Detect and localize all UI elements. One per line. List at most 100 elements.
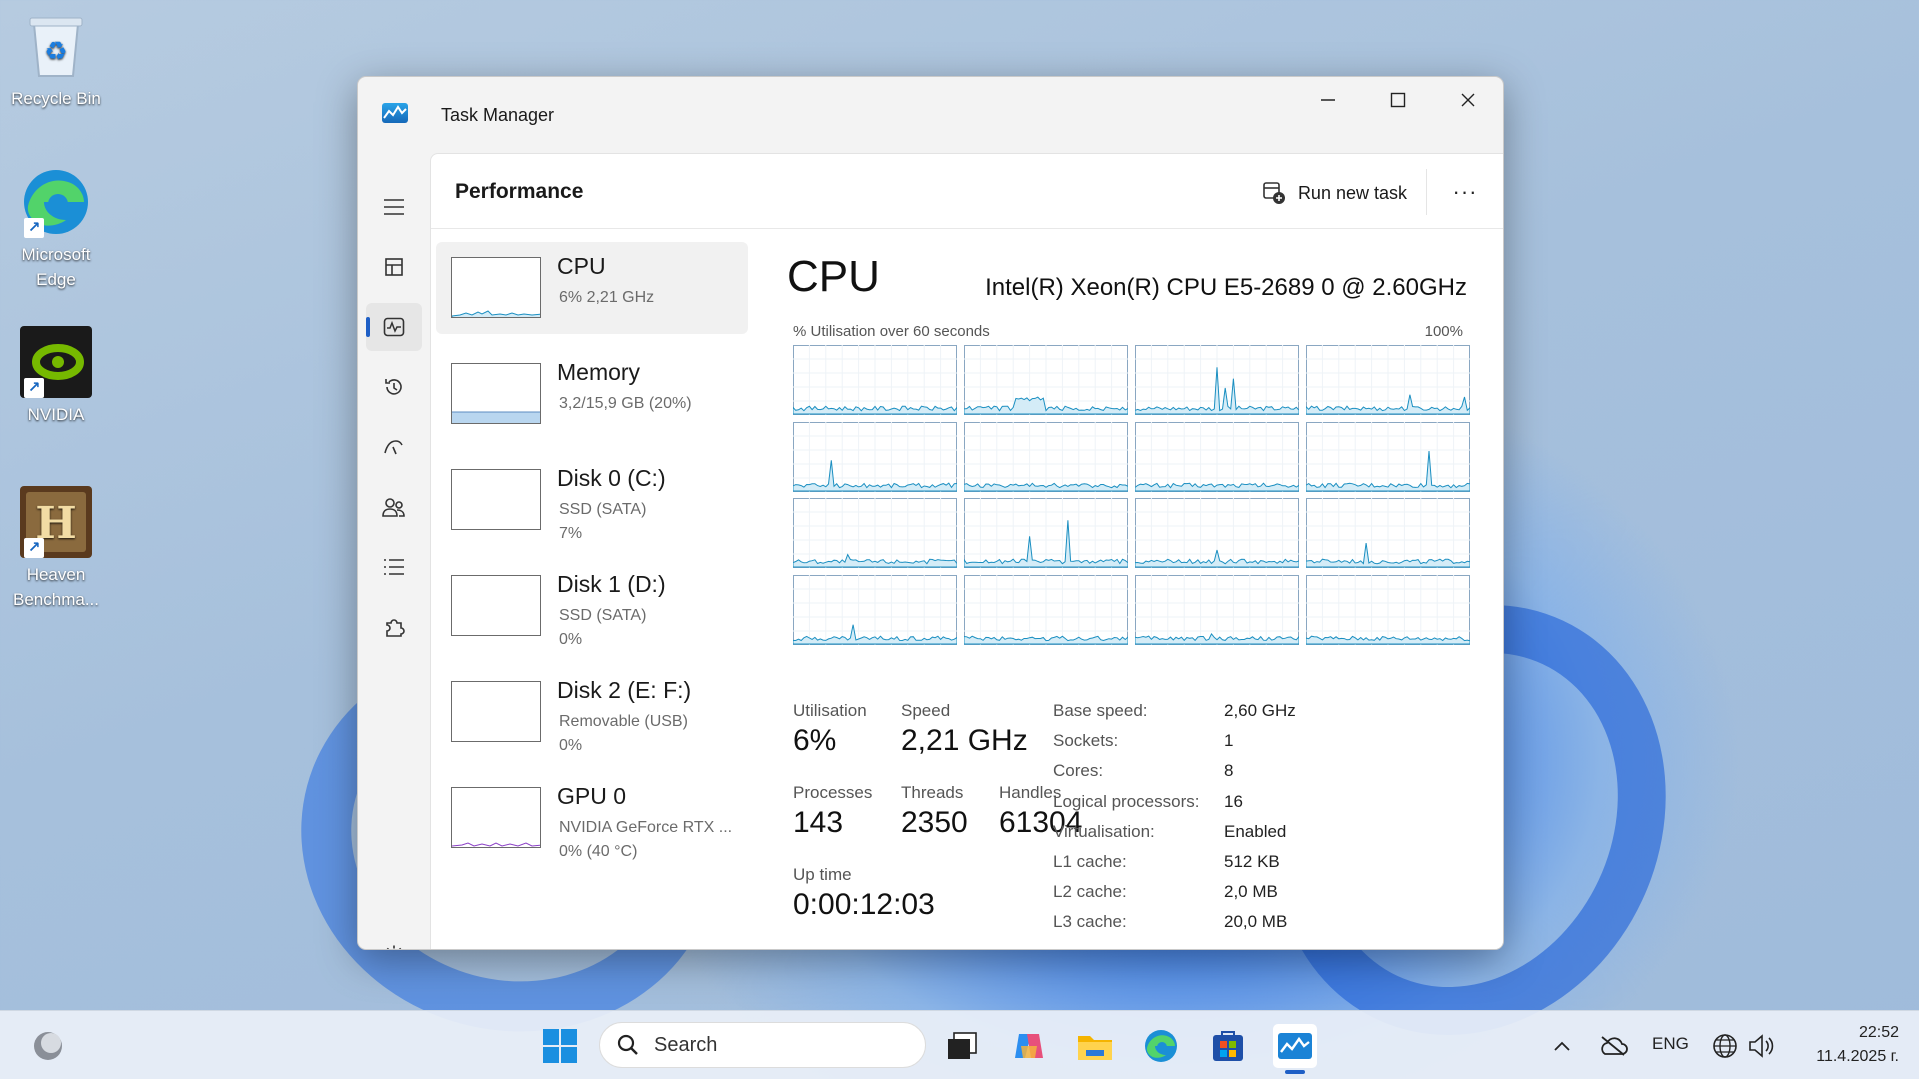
resource-item-cpu[interactable]: CPU 6% 2,21 GHz: [436, 242, 748, 334]
system-clock[interactable]: 22:52 11.4.2025 г.: [1816, 1021, 1899, 1069]
heaven-benchmark-icon: H ↗: [20, 486, 92, 558]
resource-item-memory[interactable]: Memory 3,2/15,9 GB (20%): [436, 348, 748, 440]
run-new-task-label: Run new task: [1297, 182, 1407, 203]
desktop-icon-recycle-bin[interactable]: ♻ Recycle Bin: [0, 10, 112, 111]
weather-icon: [34, 1032, 62, 1060]
file-explorer-button[interactable]: [1073, 1024, 1117, 1068]
task-manager-taskbar-button[interactable]: [1273, 1024, 1317, 1074]
nav-details[interactable]: [366, 543, 422, 591]
volume-button[interactable]: [1742, 1024, 1782, 1068]
title-bar[interactable]: Task Manager: [358, 77, 1503, 153]
header-divider: [1426, 169, 1427, 215]
nav-users[interactable]: [366, 483, 422, 531]
resource-item-disk-0[interactable]: Disk 0 (C:) SSD (SATA) 7%: [436, 454, 748, 546]
desktop-icon-label: NVIDIA: [27, 405, 85, 424]
edge-taskbar-button[interactable]: [1139, 1024, 1183, 1068]
spec-label: Logical processors:: [1053, 791, 1200, 811]
spec-value: 512 KB: [1224, 852, 1280, 871]
maximize-button[interactable]: [1363, 77, 1433, 123]
resource-item-disk-1[interactable]: Disk 1 (D:) SSD (SATA) 0%: [436, 560, 748, 652]
utilisation-label: Utilisation: [793, 701, 867, 720]
resource-detail: 3,2/15,9 GB (20%): [559, 395, 692, 412]
nav-app-history[interactable]: [366, 363, 422, 411]
search-icon: [617, 1034, 638, 1055]
nav-processes[interactable]: [366, 243, 422, 291]
hamburger-menu-button[interactable]: [366, 183, 422, 231]
memory-thumbnail-graph: [451, 363, 541, 424]
shortcut-arrow-icon: ↗: [24, 378, 44, 398]
threads-label: Threads: [901, 783, 964, 802]
history-icon: [385, 379, 402, 395]
logical-processor-graph: [793, 421, 957, 492]
shortcut-arrow-icon: ↗: [24, 218, 44, 238]
chevron-up-icon: [1554, 1041, 1570, 1051]
disk-2-thumbnail-graph: [451, 681, 541, 742]
logical-processor-graph: [964, 498, 1128, 568]
nvidia-icon: ↗: [20, 326, 92, 398]
nav-startup-apps[interactable]: [366, 423, 422, 471]
start-button[interactable]: [538, 1024, 582, 1068]
task-manager-app-icon: [382, 103, 408, 123]
input-language-indicator[interactable]: ENG: [1652, 1034, 1689, 1054]
services-puzzle-icon: [386, 619, 405, 637]
spec-label: Cores:: [1053, 761, 1104, 781]
navigation-rail: [358, 153, 430, 949]
users-icon: [382, 498, 405, 517]
logical-processor-graph: [1306, 345, 1470, 415]
search-placeholder: Search: [654, 1033, 718, 1056]
desktop-icon-heaven-benchmark[interactable]: H ↗ Heaven Benchma...: [0, 486, 112, 612]
logical-processor-graph: [1306, 574, 1470, 645]
show-hidden-icons-button[interactable]: [1542, 1024, 1582, 1068]
resource-item-gpu-0[interactable]: GPU 0 NVIDIA GeForce RTX ... 0% (40 °C): [436, 772, 748, 864]
more-options-button[interactable]: ···: [1445, 174, 1485, 210]
resource-detail: 6% 2,21 GHz: [559, 289, 655, 306]
minimize-button[interactable]: [1293, 77, 1363, 123]
close-icon: [1461, 93, 1475, 107]
processes-icon: [385, 258, 403, 276]
edge-icon: ↗: [20, 166, 92, 238]
weather-widget-button[interactable]: [26, 1024, 70, 1068]
logical-processor-graph: [793, 498, 957, 568]
desktop-icon-edge[interactable]: ↗ Microsoft Edge: [0, 166, 112, 292]
close-button[interactable]: [1433, 77, 1503, 123]
desktop-icon-label: Recycle Bin: [11, 89, 101, 108]
clock-time: 22:52: [1858, 1024, 1899, 1041]
store-icon: [1213, 1031, 1243, 1061]
resource-name: Disk 2 (E: F:): [557, 677, 692, 703]
spec-label: L2 cache:: [1053, 882, 1127, 902]
nav-services[interactable]: [366, 603, 422, 651]
logical-processor-graph: [793, 574, 957, 645]
desktop-icon-label: Heaven Benchma...: [13, 565, 99, 609]
run-new-task-icon: [1263, 182, 1285, 204]
logical-processor-graph: [964, 421, 1128, 492]
copilot-button[interactable]: [1007, 1024, 1051, 1068]
settings-button[interactable]: [366, 931, 422, 949]
nav-performance[interactable]: [366, 303, 422, 351]
spec-value: 8: [1224, 761, 1234, 781]
taskbar-search-box[interactable]: Search: [599, 1022, 926, 1068]
performance-pane: Performance Run new task ··· CPU 6% 2,21…: [430, 153, 1503, 949]
logical-processor-graph: [1306, 498, 1470, 568]
minimize-icon: [1321, 99, 1335, 101]
maximize-icon: [1390, 92, 1406, 108]
task-view-button[interactable]: [940, 1024, 984, 1068]
run-new-task-button[interactable]: Run new task: [1262, 178, 1407, 208]
processes-label: Processes: [793, 783, 873, 802]
desktop-icon-nvidia[interactable]: ↗ NVIDIA: [0, 326, 112, 427]
window-title: Task Manager: [441, 105, 555, 125]
spec-value: 2,0 MB: [1224, 882, 1278, 902]
spec-value: 16: [1224, 791, 1243, 811]
cpu-thumbnail-graph: [451, 257, 541, 318]
resource-list: CPU 6% 2,21 GHz Memory 3,2/15,9 GB (20%)…: [436, 242, 748, 878]
onedrive-button[interactable]: [1590, 1024, 1636, 1068]
uptime-value: 0:00:12:03: [793, 888, 935, 921]
microsoft-store-button[interactable]: [1206, 1024, 1250, 1068]
logical-processor-graph: [964, 345, 1128, 415]
speaker-icon: [1749, 1034, 1774, 1058]
resource-item-disk-2[interactable]: Disk 2 (E: F:) Removable (USB) 0%: [436, 666, 748, 758]
spec-value: Enabled: [1224, 821, 1287, 841]
cpu-detail-panel: CPU Intel(R) Xeon(R) CPU E5-2689 0 @ 2.6…: [781, 242, 1470, 949]
network-button[interactable]: [1705, 1024, 1745, 1068]
logical-processor-graph: [1135, 345, 1299, 415]
spec-value: 20,0 MB: [1224, 912, 1288, 932]
